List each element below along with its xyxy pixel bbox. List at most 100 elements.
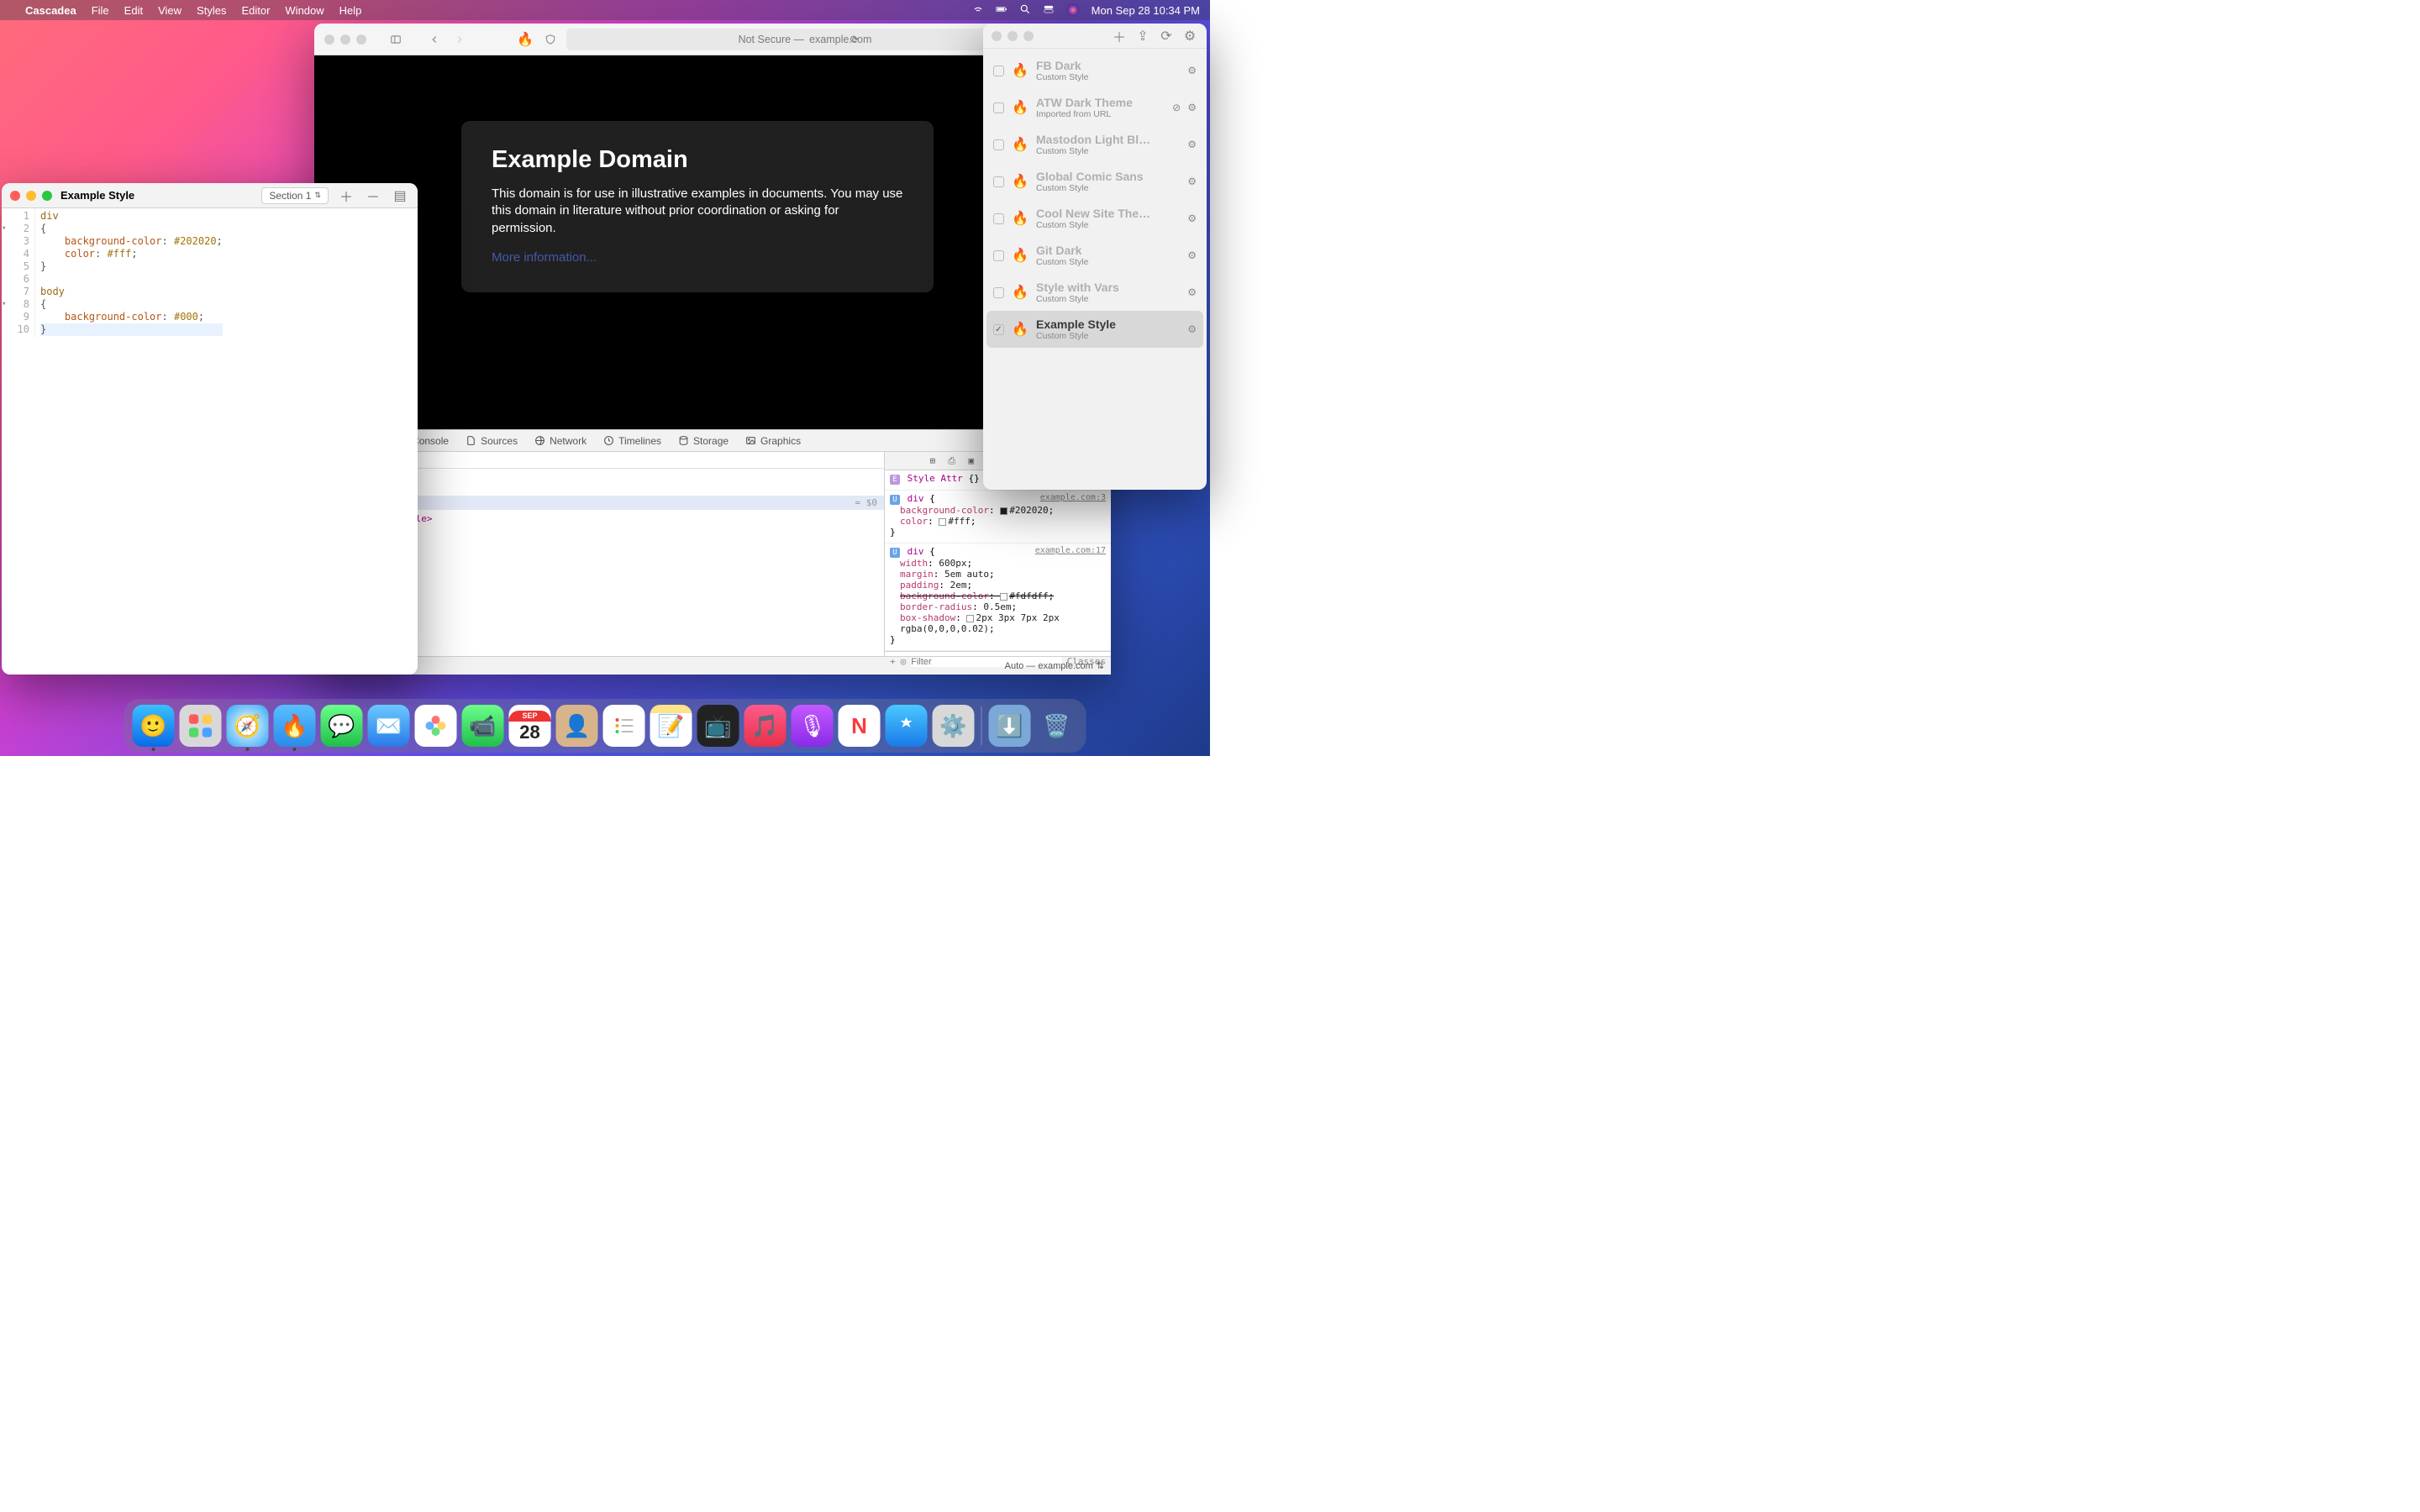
style-enable-checkbox[interactable]: [993, 102, 1004, 113]
dock-reminders-icon[interactable]: [603, 705, 645, 747]
layout-icon[interactable]: ⊞: [925, 454, 939, 468]
devtools-tab-sources[interactable]: Sources: [457, 430, 526, 451]
style-enable-checkbox[interactable]: [993, 176, 1004, 187]
reload-icon[interactable]: ⟳: [850, 33, 859, 45]
flame-extension-icon[interactable]: 🔥: [516, 30, 534, 49]
css-rule[interactable]: U div {example.com:3background-color: #2…: [885, 491, 1111, 543]
devtools-tab-network[interactable]: Network: [526, 430, 595, 451]
code-editor[interactable]: 1▾234567▾8910 div{ background-color: #20…: [2, 208, 418, 338]
dock-finder-icon[interactable]: 🙂: [133, 705, 175, 747]
style-settings-icon[interactable]: ⚙: [1187, 249, 1197, 261]
style-list-item[interactable]: ✓ 🔥 Example Style Custom Style ⚙: [986, 311, 1203, 348]
style-list-item[interactable]: 🔥 Cool New Site The… Custom Style ⚙: [986, 200, 1203, 237]
style-settings-icon[interactable]: ⚙: [1187, 213, 1197, 224]
style-title: Global Comic Sans: [1036, 170, 1181, 183]
devtools-tab-timelines[interactable]: Timelines: [595, 430, 670, 451]
menu-file[interactable]: File: [92, 4, 109, 17]
menu-view[interactable]: View: [158, 4, 182, 17]
flame-icon: 🔥: [1011, 61, 1029, 80]
dock-tv-icon[interactable]: 📺: [697, 705, 739, 747]
sidebar-toggle-icon[interactable]: [387, 30, 405, 49]
cascadea-traffic-lights[interactable]: [992, 31, 1034, 41]
address-bar[interactable]: Not Secure — example.com ⟳: [566, 29, 1044, 50]
add-rule-icon[interactable]: +: [890, 656, 896, 667]
dock-trash-icon[interactable]: 🗑️: [1036, 705, 1078, 747]
style-subtitle: Custom Style: [1036, 257, 1181, 267]
more-info-link[interactable]: More information...: [492, 250, 903, 265]
dock-launchpad-icon[interactable]: [180, 705, 222, 747]
style-enable-checkbox[interactable]: [993, 66, 1004, 76]
settings-icon[interactable]: ⚙: [1181, 28, 1198, 45]
dock-podcasts-icon[interactable]: 🎙: [792, 705, 834, 747]
style-title: ATW Dark Theme: [1036, 96, 1165, 109]
back-icon[interactable]: [425, 30, 444, 49]
style-settings-icon[interactable]: ⚙: [1187, 323, 1197, 335]
devtools-tab-graphics[interactable]: Graphics: [737, 430, 809, 451]
box-icon[interactable]: ▣: [964, 454, 978, 468]
style-list-item[interactable]: 🔥 Style with Vars Custom Style ⚙: [986, 274, 1203, 311]
flame-icon: 🔥: [1011, 172, 1029, 191]
panel-toggle-icon[interactable]: ▤: [391, 187, 409, 204]
style-list-item[interactable]: 🔥 FB Dark Custom Style ⚙: [986, 52, 1203, 89]
menu-editor[interactable]: Editor: [241, 4, 270, 17]
add-style-icon[interactable]: ＋: [1111, 26, 1128, 46]
dock-messages-icon[interactable]: 💬: [321, 705, 363, 747]
style-settings-icon[interactable]: ⚙: [1187, 65, 1197, 76]
flame-icon: 🔥: [1011, 283, 1029, 302]
style-settings-icon[interactable]: ⚙: [1187, 286, 1197, 298]
dock-contacts-icon[interactable]: 👤: [556, 705, 598, 747]
safari-traffic-lights[interactable]: [324, 34, 366, 45]
menu-window[interactable]: Window: [285, 4, 324, 17]
dock-photos-icon[interactable]: [415, 705, 457, 747]
style-enable-checkbox[interactable]: [993, 213, 1004, 224]
style-list-item[interactable]: 🔥 Global Comic Sans Custom Style ⚙: [986, 163, 1203, 200]
refresh-icon[interactable]: ⟳: [1158, 28, 1175, 45]
style-list-item[interactable]: 🔥 Mastodon Light Bl… Custom Style ⚙: [986, 126, 1203, 163]
dock-downloads-icon[interactable]: ⬇️: [989, 705, 1031, 747]
dock-music-icon[interactable]: 🎵: [744, 705, 786, 747]
menubar-clock[interactable]: Mon Sep 28 10:34 PM: [1092, 4, 1200, 17]
dock-safari-icon[interactable]: 🧭: [227, 705, 269, 747]
style-settings-icon[interactable]: ⚙: [1187, 139, 1197, 150]
style-subtitle: Custom Style: [1036, 72, 1181, 82]
style-enable-checkbox[interactable]: [993, 287, 1004, 298]
sync-icon[interactable]: ⊘: [1172, 102, 1181, 113]
app-name[interactable]: Cascadea: [25, 4, 76, 17]
menu-styles[interactable]: Styles: [197, 4, 226, 17]
dock-calendar-icon[interactable]: SEP 28: [509, 705, 551, 747]
battery-icon[interactable]: [996, 3, 1007, 18]
menu-edit[interactable]: Edit: [124, 4, 143, 17]
dock-facetime-icon[interactable]: 📹: [462, 705, 504, 747]
forward-icon[interactable]: [450, 30, 469, 49]
flame-icon: 🔥: [1011, 135, 1029, 154]
style-title: FB Dark: [1036, 59, 1181, 72]
dock-notes-icon[interactable]: 📝: [650, 705, 692, 747]
style-list-item[interactable]: 🔥 ATW Dark Theme Imported from URL ⊘ ⚙: [986, 89, 1203, 126]
style-title: Mastodon Light Bl…: [1036, 133, 1181, 146]
dock-mail-icon[interactable]: ✉️: [368, 705, 410, 747]
style-enable-checkbox[interactable]: [993, 250, 1004, 261]
style-settings-icon[interactable]: ⚙: [1187, 176, 1197, 187]
style-settings-icon[interactable]: ⚙: [1187, 102, 1197, 113]
style-enable-checkbox[interactable]: [993, 139, 1004, 150]
editor-traffic-lights[interactable]: [10, 191, 52, 201]
add-section-icon[interactable]: ＋: [337, 186, 355, 206]
css-rule[interactable]: U div {example.com:17width: 600px;margin…: [885, 543, 1111, 651]
wifi-icon[interactable]: [972, 3, 984, 18]
shield-icon[interactable]: [541, 30, 560, 49]
section-selector[interactable]: Section 1 ⇅: [261, 187, 329, 204]
remove-section-icon[interactable]: －: [364, 186, 382, 206]
dock-cascadea-icon[interactable]: 🔥: [274, 705, 316, 747]
control-center-icon[interactable]: [1043, 3, 1055, 18]
style-enable-checkbox[interactable]: ✓: [993, 324, 1004, 335]
dock-systempreferences-icon[interactable]: ⚙️: [933, 705, 975, 747]
share-icon[interactable]: ⇪: [1134, 28, 1151, 45]
dock-appstore-icon[interactable]: [886, 705, 928, 747]
siri-icon[interactable]: [1066, 3, 1080, 17]
dock-news-icon[interactable]: N: [839, 705, 881, 747]
devtools-tab-storage[interactable]: Storage: [670, 430, 737, 451]
style-list-item[interactable]: 🔥 Git Dark Custom Style ⚙: [986, 237, 1203, 274]
spotlight-icon[interactable]: [1019, 3, 1031, 18]
print-icon[interactable]: ⎙: [944, 454, 959, 468]
menu-help[interactable]: Help: [339, 4, 362, 17]
